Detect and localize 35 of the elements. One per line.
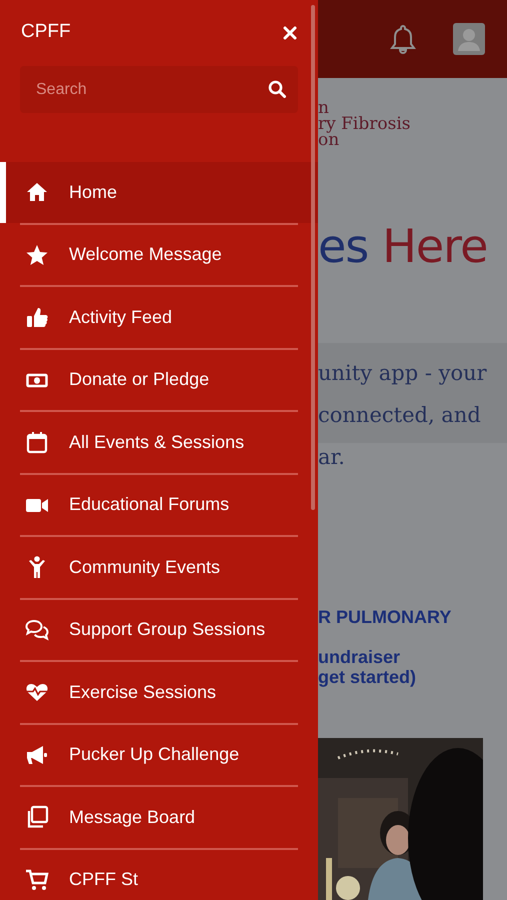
menu-item[interactable]: Message Board [0, 787, 318, 848]
menu-item[interactable]: Support Group Sessions [0, 600, 318, 660]
menu-item[interactable]: Welcome Message [0, 224, 318, 285]
copy-icon [25, 805, 49, 830]
selection-bar [0, 162, 6, 222]
menu-item[interactable]: CPFF St [0, 850, 318, 900]
menu-item[interactable]: Donate or Pledge [0, 350, 318, 410]
search-field[interactable]: Search [20, 66, 298, 113]
search-icon[interactable] [268, 80, 286, 98]
calendar-icon [25, 430, 49, 454]
banner-text: es [318, 218, 368, 274]
logo-text: ry Fibrosis [318, 116, 410, 132]
link-text: get started) [318, 667, 416, 687]
heading-text: R PULMONARY [318, 607, 452, 627]
thumbs-up-icon [25, 305, 49, 330]
banner-text: Here [382, 218, 488, 274]
menu-item[interactable]: All Events & Sessions [0, 412, 318, 472]
drawer-title: CPFF [21, 20, 71, 44]
chat-bubbles-icon [25, 618, 49, 642]
menu-item[interactable]: Activity Feed [0, 287, 318, 348]
close-icon[interactable] [283, 26, 297, 40]
link-text: undraiser [318, 647, 400, 667]
logo-text: on [318, 132, 340, 148]
bell-icon[interactable] [389, 24, 417, 54]
logo-text: n [318, 100, 329, 116]
star-icon [25, 242, 49, 267]
cart-icon [25, 868, 49, 892]
menu-item[interactable]: Home [0, 162, 318, 222]
menu-item[interactable]: Community Events [0, 537, 318, 598]
menu-item[interactable]: Exercise Sessions [0, 662, 318, 722]
intro-text: unity app - your [318, 360, 487, 387]
menu-item[interactable]: Educational Forums [0, 474, 318, 535]
intro-text: ar. [318, 444, 345, 471]
menu-item[interactable]: Pucker Up Challenge [0, 724, 318, 785]
intro-text: connected, and [318, 402, 481, 429]
